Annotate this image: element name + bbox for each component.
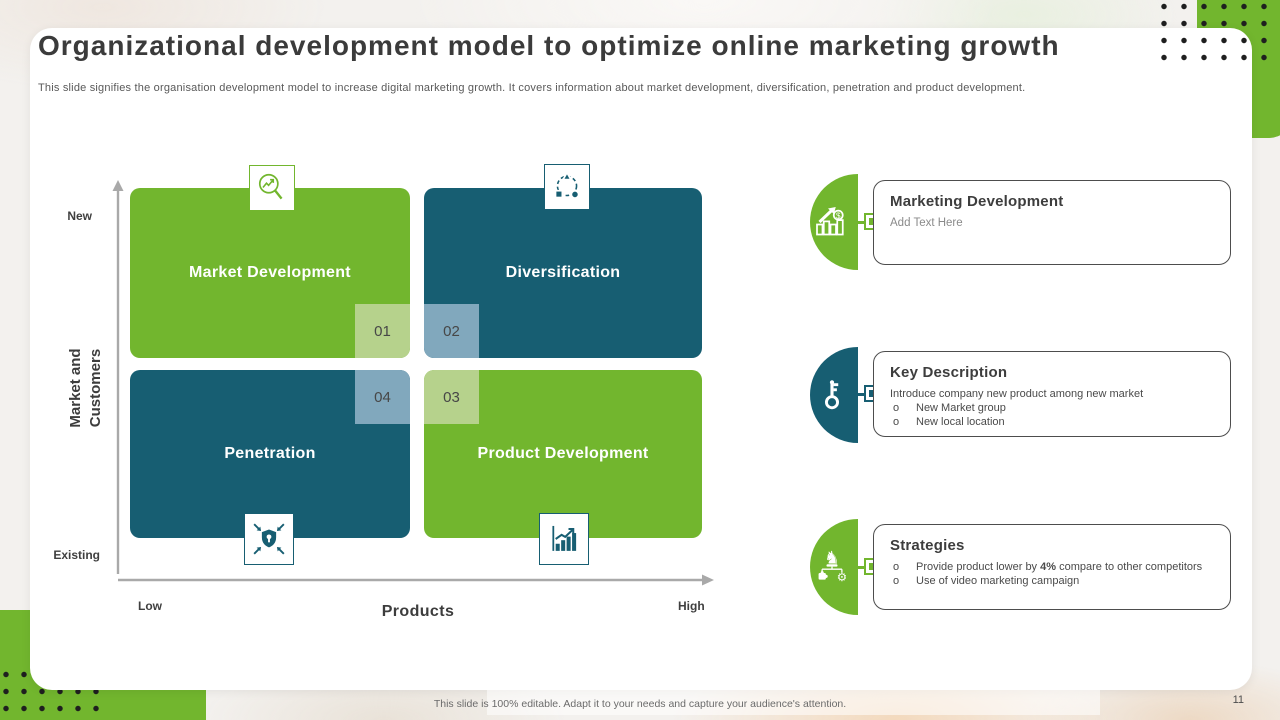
bullet-item: o Use of video marketing campaign [890, 574, 1214, 588]
y-axis-tick-existing: Existing [36, 548, 100, 562]
bullet-item: o New Market group [890, 401, 1214, 415]
bullet-marker: o [890, 560, 916, 574]
number-badge-01: 01 [355, 304, 410, 358]
x-axis-title: Products [358, 603, 478, 621]
info-card-intro: Introduce company new product among new … [890, 387, 1214, 401]
bullet-text: New local location [916, 415, 1005, 429]
bullet-marker: o [890, 401, 916, 415]
y-axis-title-line1: Market and [66, 303, 86, 473]
bullet-text: Use of video marketing campaign [916, 574, 1079, 588]
key-icon [812, 375, 852, 415]
quadrant-label: Product Development [473, 442, 653, 466]
quadrant-label: Market Development [180, 261, 360, 285]
info-card-title: Marketing Development [890, 193, 1214, 210]
info-card-key-description: Key Description Introduce company new pr… [873, 351, 1231, 437]
y-axis-title-line2: Customers [86, 303, 106, 473]
bar-chart-growth-icon [539, 513, 589, 565]
svg-text:⚙: ⚙ [837, 570, 847, 584]
bullet-item: o New local location [890, 415, 1214, 429]
number-badge-03: 03 [424, 370, 479, 424]
growth-chart-money-icon: $ [812, 202, 852, 242]
page-number: 11 [1214, 694, 1244, 706]
shield-arrows-icon [244, 513, 294, 565]
footer-note: This slide is 100% editable. Adapt it to… [0, 698, 1280, 710]
x-axis-arrow [116, 568, 716, 592]
x-axis-tick-high: High [678, 599, 705, 613]
x-axis-tick-low: Low [138, 599, 162, 613]
number-badge-04: 04 [355, 370, 410, 424]
quadrant-label: Diversification [473, 261, 653, 285]
bullet-item: o Provide product lower by 4% compare to… [890, 560, 1214, 574]
quadrant-label: Penetration [180, 442, 360, 466]
bullet-text: New Market group [916, 401, 1006, 415]
strategy-knight-icon: ♞ ⚙ [810, 545, 854, 589]
y-axis-title: Market and Customers [66, 303, 110, 473]
slide: Organizational development model to opti… [0, 0, 1280, 720]
cycle-shapes-icon [544, 164, 590, 210]
dot-grid-top-right [1154, 0, 1274, 66]
bold-value: 4% [1040, 561, 1056, 573]
page-title: Organizational development model to opti… [38, 30, 1178, 62]
bullet-marker: o [890, 574, 916, 588]
page-subtitle: This slide signifies the organisation de… [38, 82, 1158, 94]
magnifier-growth-icon [249, 165, 295, 211]
info-card-marketing-development: Marketing Development Add Text Here [873, 180, 1231, 265]
info-card-strategies: Strategies o Provide product lower by 4%… [873, 524, 1231, 610]
number-badge-02: 02 [424, 304, 479, 358]
info-card-title: Key Description [890, 364, 1214, 381]
y-axis-tick-new: New [52, 209, 92, 223]
info-card-title: Strategies [890, 537, 1214, 554]
bullet-marker: o [890, 415, 916, 429]
bullet-text: Provide product lower by 4% compare to o… [916, 560, 1202, 574]
info-card-placeholder-text: Add Text Here [890, 216, 1214, 230]
svg-text:$: $ [836, 211, 841, 220]
